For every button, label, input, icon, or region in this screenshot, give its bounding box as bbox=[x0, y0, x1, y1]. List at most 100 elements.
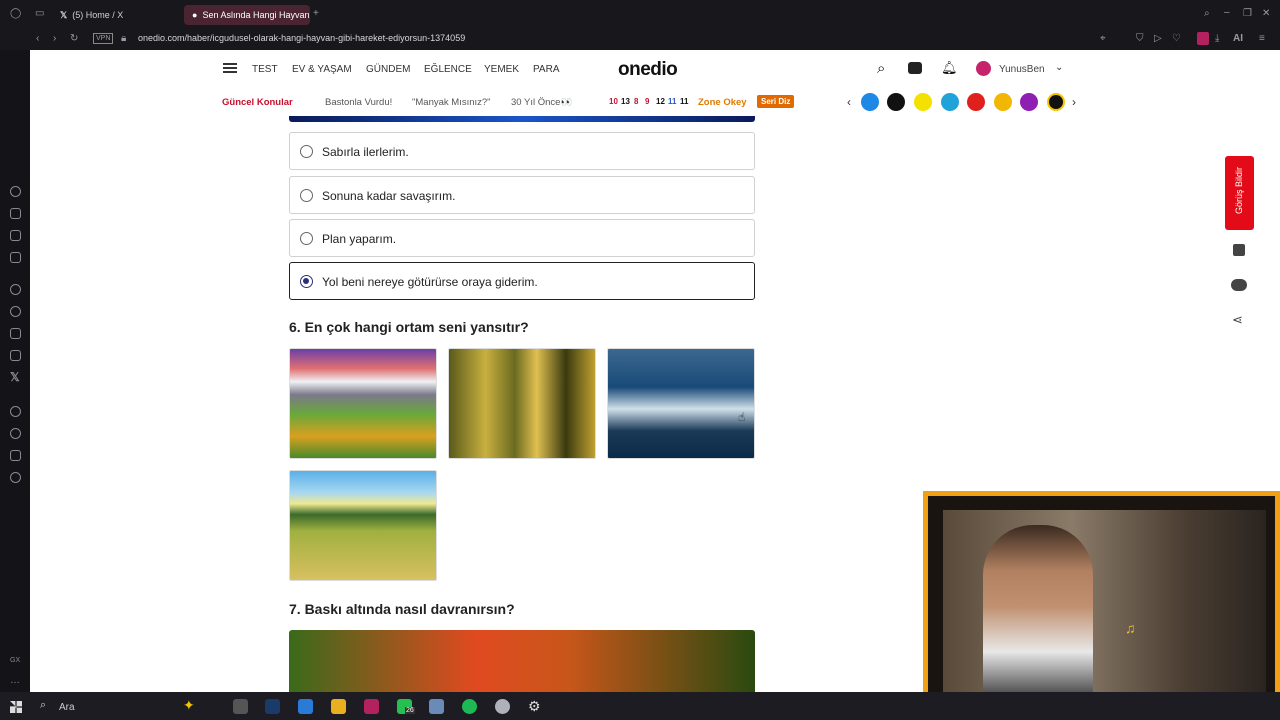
minimize-icon[interactable]: – bbox=[1224, 7, 1230, 19]
spotify-icon[interactable] bbox=[462, 699, 477, 714]
download-icon[interactable]: ⤓ bbox=[1215, 33, 1219, 45]
shield-icon[interactable]: ⛉ bbox=[1136, 33, 1144, 45]
obs-icon[interactable] bbox=[495, 699, 510, 714]
nav-ev-yasam[interactable]: EV & YAŞAM bbox=[292, 64, 352, 75]
radio-button[interactable] bbox=[300, 145, 313, 158]
nav-yemek[interactable]: YEMEK bbox=[484, 64, 519, 75]
app-icon[interactable] bbox=[429, 699, 444, 714]
close-icon[interactable]: ✕ bbox=[1262, 8, 1270, 20]
new-tab-icon[interactable]: + bbox=[313, 8, 319, 20]
settings-icon[interactable]: ⚙ bbox=[528, 698, 541, 715]
story-circle[interactable] bbox=[861, 93, 879, 111]
tab-menu-icon[interactable]: ▭ bbox=[35, 8, 44, 20]
hamburger-menu-icon[interactable] bbox=[223, 63, 237, 73]
radio-button[interactable] bbox=[300, 232, 313, 245]
number-item[interactable]: 13 bbox=[621, 97, 630, 106]
copilot-icon[interactable]: ✦ bbox=[183, 697, 195, 714]
number-item[interactable]: 11 bbox=[680, 97, 688, 106]
instagram-icon[interactable] bbox=[10, 350, 21, 361]
x-icon[interactable]: 𝕏 bbox=[10, 370, 20, 384]
nav-para[interactable]: PARA bbox=[533, 64, 560, 75]
trending-item[interactable]: 30 Yıl Önce👀 bbox=[511, 97, 572, 108]
search-icon[interactable]: ⌕ bbox=[1204, 8, 1210, 20]
ai-button[interactable]: AI bbox=[1233, 33, 1243, 45]
nav-gundem[interactable]: GÜNDEM bbox=[366, 64, 410, 75]
story-circle[interactable] bbox=[994, 93, 1012, 111]
twitch-icon[interactable] bbox=[10, 284, 21, 295]
heart-icon[interactable]: ♡ bbox=[1172, 33, 1181, 45]
username[interactable]: YunusBen bbox=[999, 64, 1045, 75]
tab-onedio-active[interactable]: ● Sen Aslında Hangi Hayvan bbox=[184, 5, 310, 25]
menu-icon[interactable]: ≡ bbox=[1259, 33, 1265, 45]
trending-item[interactable]: Bastonla Vurdu! bbox=[325, 97, 392, 108]
story-circle[interactable] bbox=[967, 93, 985, 111]
refresh-icon[interactable] bbox=[10, 186, 21, 197]
windows-start-icon[interactable] bbox=[10, 701, 22, 713]
settings-icon[interactable] bbox=[10, 472, 21, 483]
radio-button[interactable] bbox=[300, 189, 313, 202]
chevron-left-icon[interactable]: ‹ bbox=[847, 95, 851, 109]
feedback-button[interactable]: Görüş Bildir bbox=[1225, 156, 1254, 230]
chevron-down-icon[interactable]: ⌄ bbox=[1055, 62, 1063, 73]
number-item[interactable]: 11 bbox=[668, 97, 676, 106]
play-icon[interactable]: ▷ bbox=[1154, 33, 1162, 45]
cleaner-icon[interactable] bbox=[10, 230, 21, 241]
story-circle[interactable] bbox=[914, 93, 932, 111]
vpn-badge[interactable]: VPN bbox=[93, 33, 114, 44]
tab-home-x[interactable]: 𝕏 (5) Home / X bbox=[52, 5, 180, 25]
store-icon[interactable] bbox=[298, 699, 313, 714]
number-item[interactable]: 12 bbox=[656, 97, 665, 106]
steam-icon[interactable] bbox=[265, 699, 280, 714]
extensions-icon[interactable] bbox=[10, 450, 21, 461]
reload-icon[interactable]: ↻ bbox=[70, 33, 78, 45]
number-item[interactable]: 9 bbox=[645, 97, 649, 106]
discord-icon[interactable] bbox=[10, 328, 21, 339]
answer-option[interactable]: Sonuna kadar savaşırım. bbox=[289, 176, 755, 214]
answer-option[interactable]: Plan yaparım. bbox=[289, 219, 755, 257]
zone-okey-link[interactable]: Zone Okey bbox=[698, 97, 747, 108]
history-icon[interactable] bbox=[10, 428, 21, 439]
player-icon[interactable] bbox=[10, 406, 21, 417]
answer-option[interactable]: Sabırla ilerlerim. bbox=[289, 132, 755, 170]
nav-test[interactable]: TEST bbox=[252, 64, 278, 75]
story-circle[interactable] bbox=[1047, 93, 1065, 111]
maximize-icon[interactable]: ❐ bbox=[1243, 8, 1252, 20]
url-text[interactable]: onedio.com/haber/icgudusel-olarak-hangi-… bbox=[138, 33, 465, 43]
story-circle[interactable] bbox=[1020, 93, 1038, 111]
chat-icon[interactable] bbox=[908, 62, 922, 74]
taskbar-search-input[interactable]: Ara bbox=[59, 702, 75, 713]
opera-logo-icon[interactable]: ◯ bbox=[10, 8, 21, 20]
forward-icon[interactable]: › bbox=[53, 33, 56, 45]
back-icon[interactable]: ‹ bbox=[36, 33, 39, 45]
task-view-icon[interactable] bbox=[233, 699, 248, 714]
trending-item[interactable]: "Manyak Mısınız?" bbox=[412, 97, 491, 108]
more-icon[interactable]: … bbox=[10, 675, 20, 686]
image-option-mountain[interactable] bbox=[289, 348, 437, 459]
bookmark-icon[interactable] bbox=[1233, 244, 1245, 256]
search-icon[interactable]: ⌕ bbox=[877, 60, 885, 77]
opera-gx-icon[interactable] bbox=[364, 699, 379, 714]
avatar[interactable] bbox=[976, 61, 991, 76]
image-option-ocean[interactable] bbox=[607, 348, 755, 459]
pin-icon[interactable]: ⌖ bbox=[1100, 33, 1106, 45]
music-icon[interactable] bbox=[10, 252, 21, 263]
onedio-logo[interactable]: onedio bbox=[618, 59, 678, 81]
explorer-icon[interactable] bbox=[331, 699, 346, 714]
chevron-right-icon[interactable]: › bbox=[1072, 95, 1076, 109]
radio-button-selected[interactable] bbox=[300, 275, 313, 288]
lock-icon[interactable]: 🔒︎ bbox=[121, 33, 126, 45]
story-circle[interactable] bbox=[887, 93, 905, 111]
share-icon[interactable]: ⋖ bbox=[1232, 312, 1243, 328]
gx-control-icon[interactable] bbox=[10, 208, 21, 219]
search-icon[interactable]: ⌕ bbox=[40, 699, 46, 712]
answer-option-selected[interactable]: Yol beni nereye götürürse oraya giderim. bbox=[289, 262, 755, 300]
extension-icon[interactable] bbox=[1197, 32, 1209, 45]
seri-diz-link[interactable]: Seri Diz bbox=[757, 95, 795, 108]
number-item[interactable]: 10 bbox=[609, 97, 618, 106]
bell-icon[interactable]: 🔔︎ bbox=[941, 60, 958, 76]
whatsapp-icon[interactable] bbox=[10, 306, 21, 317]
number-item[interactable]: 8 bbox=[634, 97, 638, 106]
story-circle[interactable] bbox=[941, 93, 959, 111]
image-option-wheat-field[interactable] bbox=[289, 470, 437, 581]
nav-eglence[interactable]: EĞLENCE bbox=[424, 64, 472, 75]
